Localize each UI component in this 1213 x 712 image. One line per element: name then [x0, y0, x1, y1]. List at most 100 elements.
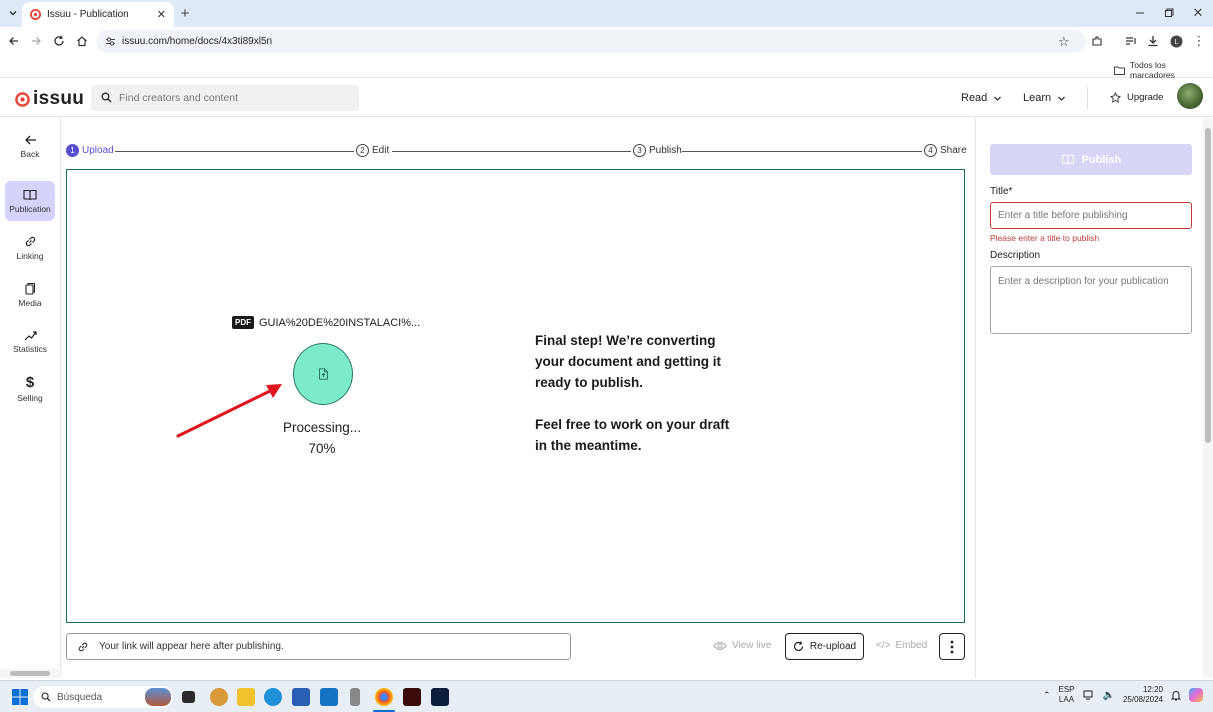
bookmark-star-icon[interactable]: ☆: [1058, 34, 1070, 50]
task-view-icon[interactable]: [182, 691, 195, 703]
sidebar-item-statistics[interactable]: Statistics: [5, 322, 55, 362]
search-input[interactable]: Find creators and content: [91, 85, 359, 111]
clock[interactable]: 12:20 25/08/2024: [1123, 685, 1163, 705]
media-control-icon[interactable]: [1122, 32, 1140, 50]
taskbar-search-placeholder: Búsqueda: [57, 691, 103, 703]
title-label: Title*: [990, 186, 1013, 197]
step-number: 2: [356, 144, 369, 157]
network-icon[interactable]: [1083, 690, 1095, 700]
book-icon: [23, 189, 37, 201]
issuu-logo[interactable]: issuu: [15, 88, 84, 110]
step-share[interactable]: 4 Share: [924, 144, 967, 157]
nav-read-label: Read: [961, 92, 988, 104]
reupload-button[interactable]: Re-upload: [785, 633, 864, 660]
home-icon[interactable]: [73, 32, 91, 50]
close-window-icon[interactable]: ✕: [1189, 4, 1207, 22]
sidebar-item-publication[interactable]: Publication: [5, 181, 55, 221]
illustrator-icon[interactable]: [403, 688, 421, 706]
book-icon: [1061, 154, 1075, 165]
link-placeholder: Your link will appear here after publish…: [99, 641, 284, 652]
publish-button[interactable]: Publish: [990, 144, 1192, 175]
header-divider: [1087, 87, 1088, 109]
sidebar-item-back[interactable]: Back: [5, 126, 55, 166]
nav-learn[interactable]: Learn: [1023, 92, 1066, 104]
step-publish[interactable]: 3 Publish: [633, 144, 682, 157]
step-upload[interactable]: 1 Upload: [66, 144, 114, 157]
embed-label: Embed: [895, 640, 928, 651]
nav-read[interactable]: Read: [961, 92, 1002, 104]
chevron-down-icon: [1057, 94, 1066, 103]
step-edit[interactable]: 2 Edit: [356, 144, 389, 157]
extensions-icon[interactable]: [1088, 32, 1106, 50]
publish-label: Publish: [1081, 153, 1122, 166]
all-bookmarks-folder[interactable]: Todos los marcadores: [1114, 60, 1213, 80]
app-header: issuu Find creators and content Read Lea…: [0, 79, 1213, 117]
new-tab-icon[interactable]: +: [176, 4, 194, 22]
conversion-message: Final step! We’re converting your docume…: [535, 330, 735, 456]
issuu-favicon-icon: [30, 9, 41, 20]
language-indicator[interactable]: ESP LAA: [1058, 685, 1074, 705]
message-line-2: Feel free to work on your draft in the m…: [535, 417, 730, 453]
file-explorer-icon[interactable]: [237, 688, 255, 706]
tab-list-icon[interactable]: [4, 4, 22, 22]
browser-menu-icon[interactable]: ⋮: [1190, 32, 1208, 50]
widgets-icon[interactable]: [210, 688, 228, 706]
scrollbar-thumb[interactable]: [1205, 128, 1211, 443]
eye-icon: [713, 641, 727, 651]
description-input[interactable]: Enter a description for your publication: [990, 266, 1192, 334]
minimize-icon[interactable]: [1131, 4, 1149, 22]
upgrade-icon: [1110, 92, 1121, 103]
view-live-button[interactable]: View live: [713, 640, 771, 651]
browser-toolbar: issuu.com/home/docs/4x3ti89xl5n ☆ L ⋮: [0, 27, 1213, 56]
title-input[interactable]: Enter a title before publishing: [990, 202, 1192, 229]
media-icon: [24, 282, 36, 295]
nav-learn-label: Learn: [1023, 92, 1052, 104]
copilot-icon[interactable]: [1189, 688, 1203, 702]
link-icon: [77, 641, 89, 653]
upgrade-button[interactable]: Upgrade: [1110, 92, 1163, 103]
sidebar-item-linking[interactable]: Linking: [5, 228, 55, 268]
horizontal-scrollbar[interactable]: [0, 669, 62, 678]
photoshop-icon[interactable]: [431, 688, 449, 706]
site-settings-icon[interactable]: [105, 36, 116, 47]
file-name: GUIA%20DE%20INSTALACI%...: [259, 316, 421, 329]
chevron-up-icon[interactable]: ⌃: [1043, 690, 1051, 701]
sidebar-item-selling[interactable]: $ Selling: [5, 369, 55, 409]
word-icon[interactable]: [292, 688, 310, 706]
restore-icon[interactable]: [1160, 4, 1178, 22]
pen-tool-icon[interactable]: [350, 688, 360, 706]
progress-percent: 70%: [308, 441, 336, 456]
profile-avatar-icon[interactable]: L: [1167, 32, 1185, 50]
chrome-icon[interactable]: [375, 688, 393, 706]
sidebar-item-media[interactable]: Media: [5, 275, 55, 315]
search-highlight-icon[interactable]: [145, 688, 171, 706]
folder-icon: [1114, 66, 1125, 75]
edge-icon[interactable]: [264, 688, 282, 706]
notification-bell-icon[interactable]: [1171, 690, 1181, 701]
embed-button[interactable]: </> Embed: [876, 640, 927, 651]
close-tab-icon[interactable]: ✕: [157, 8, 166, 21]
code-icon: </>: [876, 640, 891, 651]
back-nav-icon[interactable]: [5, 32, 23, 50]
vertical-scrollbar[interactable]: [1203, 118, 1213, 678]
volume-icon[interactable]: 🔈: [1103, 690, 1115, 701]
issuu-logo-icon: [15, 91, 30, 107]
step-number: 3: [633, 144, 646, 157]
address-bar[interactable]: issuu.com/home/docs/4x3ti89xl5n ☆: [96, 30, 1086, 53]
scrollbar-thumb[interactable]: [10, 671, 50, 676]
search-placeholder: Find creators and content: [119, 92, 239, 104]
svg-text:L: L: [1174, 39, 1178, 46]
browser-tab[interactable]: Issuu - Publication ✕: [22, 2, 174, 27]
sidebar-item-label: Linking: [16, 251, 44, 261]
step-label: Publish: [649, 145, 682, 156]
windows-start-icon[interactable]: [12, 689, 28, 705]
step-label: Share: [940, 145, 967, 156]
date: 25/08/2024: [1122, 695, 1163, 704]
outlook-icon[interactable]: [320, 688, 338, 706]
more-options-button[interactable]: [939, 633, 965, 660]
downloads-icon[interactable]: [1144, 32, 1162, 50]
publication-link-field[interactable]: Your link will appear here after publish…: [66, 633, 571, 660]
user-avatar[interactable]: [1177, 83, 1203, 109]
forward-nav-icon[interactable]: [27, 32, 45, 50]
reload-icon[interactable]: [50, 32, 68, 50]
